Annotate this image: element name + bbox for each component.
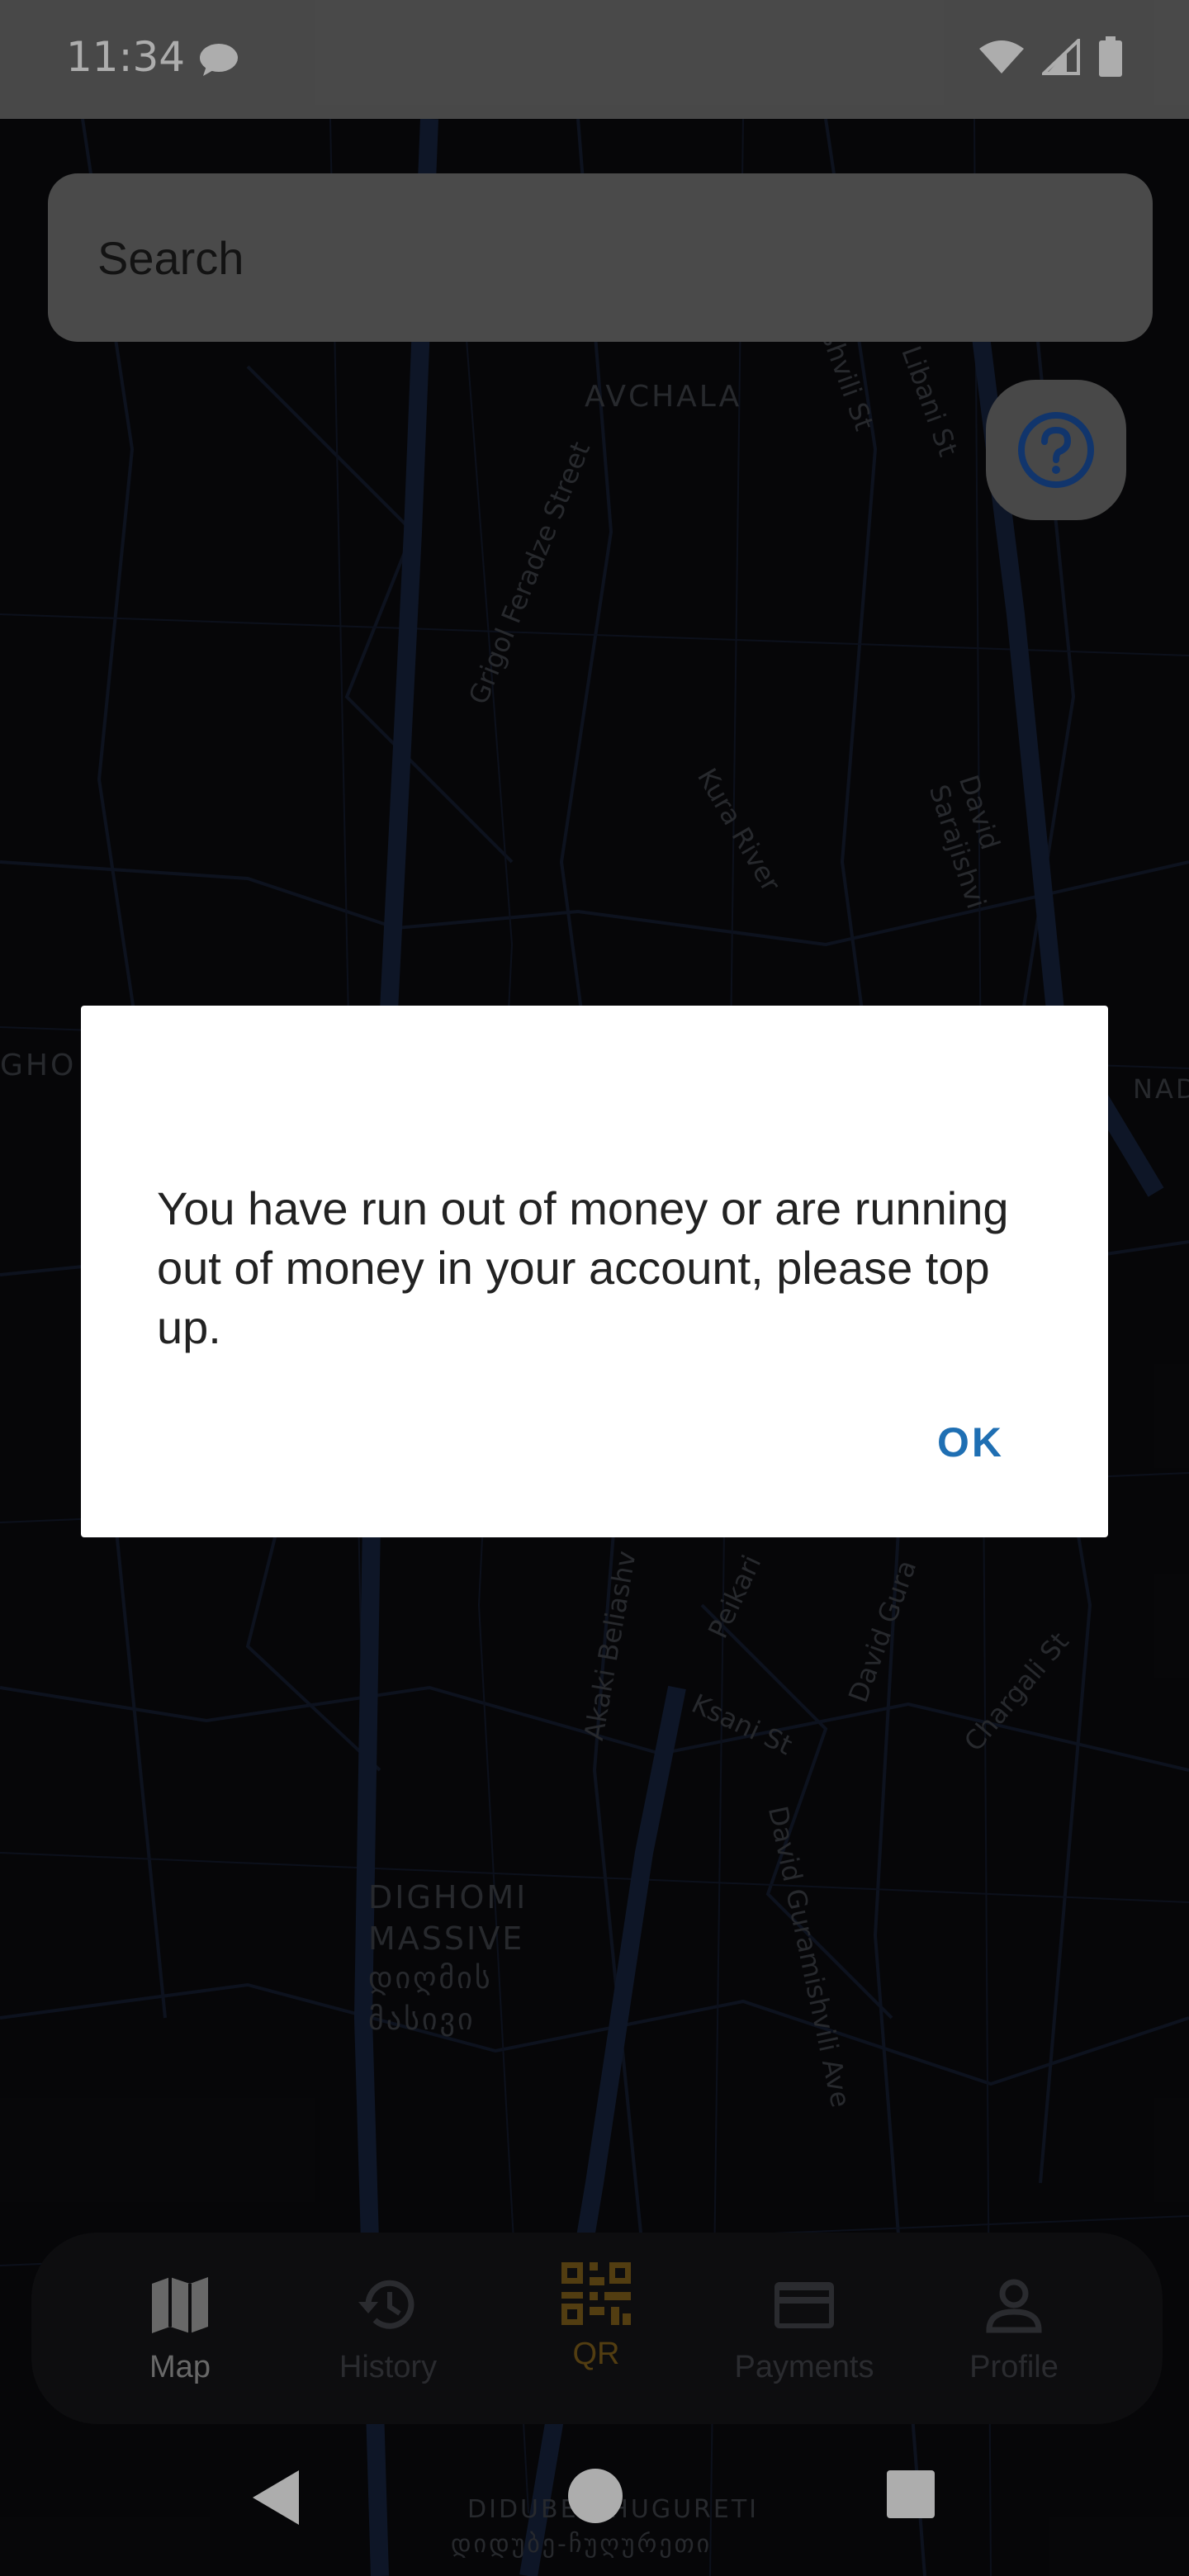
- dialog-message: You have run out of money or are running…: [157, 1182, 1009, 1353]
- ok-button[interactable]: OK: [937, 1418, 1004, 1466]
- low-balance-dialog: You have run out of money or are running…: [81, 1006, 1108, 1537]
